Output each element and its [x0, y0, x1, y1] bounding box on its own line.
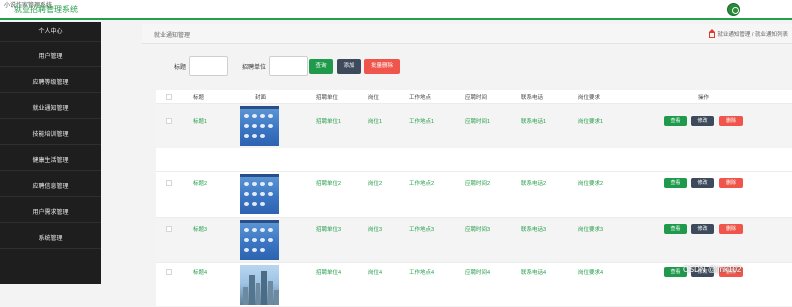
- header-actions: 操作: [698, 95, 710, 101]
- row-company: 招聘单位4: [316, 270, 342, 276]
- home-icon[interactable]: [709, 28, 716, 38]
- sidebar-item-healthy-living[interactable]: 健康生活管理: [0, 151, 101, 171]
- user-avatar-icon[interactable]: [727, 3, 740, 16]
- row-phone: 联系电话2: [521, 181, 547, 187]
- row-checkbox[interactable]: [166, 180, 172, 186]
- header-time[interactable]: 应聘时间: [465, 93, 487, 101]
- sidebar-item-user-needs[interactable]: 用户需求管理: [0, 203, 101, 223]
- header-position[interactable]: 岗位: [368, 93, 379, 101]
- cover-image: [240, 265, 279, 305]
- table-header: 标题 封面 招聘单位 岗位 工作地点 应聘时间 联系电话 岗位要求 操作: [156, 90, 792, 103]
- select-all-checkbox[interactable]: [166, 94, 172, 100]
- view-button[interactable]: 查看: [664, 116, 687, 126]
- row-position: 岗位3: [368, 227, 383, 233]
- header-requirement[interactable]: 岗位要求: [578, 93, 600, 101]
- sidebar: 个人中心 用户管理 应聘等级管理 就业通知管理 技能培训管理 健康生活管理 应聘…: [0, 22, 101, 284]
- row-title: 标题1: [193, 119, 208, 125]
- breadcrumb-trail-text[interactable]: 就业通知管理 / 就业通知列表: [717, 32, 788, 38]
- cover-image: [240, 220, 279, 260]
- row-location: 工作地点4: [409, 270, 435, 276]
- table-row: 标题3 招聘单位3 岗位3 工作地点3 应聘时间3 联系电话3 岗位要求3 查看…: [156, 217, 792, 262]
- sidebar-item-skill-training[interactable]: 技能培训管理: [0, 125, 101, 145]
- row-position: 岗位1: [368, 119, 383, 125]
- row-requirement: 岗位要求3: [578, 227, 604, 233]
- top-bar: 小说作家管理系统 就业招聘管理系统: [0, 0, 792, 20]
- row-title: 标题2: [193, 181, 208, 187]
- sidebar-item-application-info[interactable]: 应聘信息管理: [0, 177, 101, 197]
- edit-button[interactable]: 修改: [691, 224, 714, 234]
- edit-button[interactable]: 修改: [691, 116, 714, 126]
- row-time: 应聘时间4: [465, 270, 491, 276]
- main-content: 就业通知管理 就业通知管理 / 就业通知列表 标题 招聘单位 查询 添加 批量删…: [142, 22, 792, 306]
- row-checkbox[interactable]: [166, 226, 172, 232]
- row-phone: 联系电话3: [521, 227, 547, 233]
- header-location[interactable]: 工作地点: [409, 93, 431, 101]
- table-row: 标题1 招聘单位1 岗位1 工作地点1 应聘时间1 联系电话1 岗位要求1 查看…: [156, 103, 792, 148]
- row-position: 岗位4: [368, 270, 383, 276]
- sidebar-item-system[interactable]: 系统管理: [0, 229, 101, 249]
- batch-delete-button[interactable]: 批量删除: [364, 59, 400, 74]
- row-requirement: 岗位要求2: [578, 181, 604, 187]
- row-time: 应聘时间2: [465, 181, 491, 187]
- header-cover: 封面: [255, 95, 267, 101]
- sidebar-item-profile[interactable]: 个人中心: [0, 22, 101, 42]
- breadcrumb-trail: 就业通知管理 / 就业通知列表: [709, 28, 788, 38]
- query-button[interactable]: 查询: [309, 59, 333, 74]
- csdn-watermark: CSDN @jink102: [683, 265, 742, 274]
- delete-button[interactable]: 删除: [719, 178, 743, 188]
- breadcrumb: 就业通知管理 就业通知管理 / 就业通知列表: [142, 24, 792, 44]
- row-position: 岗位2: [368, 181, 383, 187]
- add-button[interactable]: 添加: [337, 59, 361, 74]
- row-time: 应聘时间3: [465, 227, 491, 233]
- title-filter-input[interactable]: [189, 56, 228, 76]
- view-button[interactable]: 查看: [664, 224, 687, 234]
- row-location: 工作地点2: [409, 181, 435, 187]
- company-filter-label: 招聘单位: [242, 65, 267, 71]
- row-time: 应聘时间1: [465, 119, 491, 125]
- search-bar: 标题 招聘单位 查询 添加 批量删除: [142, 56, 792, 76]
- cover-image: [240, 106, 279, 146]
- delete-button[interactable]: 删除: [719, 116, 743, 126]
- header-company[interactable]: 招聘单位: [316, 93, 338, 101]
- table-row: 标题2 招聘单位2 岗位2 工作地点2 应聘时间2 联系电话2 岗位要求2 查看…: [156, 171, 792, 216]
- row-phone: 联系电话1: [521, 119, 547, 125]
- row-company: 招聘单位1: [316, 119, 342, 125]
- row-location: 工作地点3: [409, 227, 435, 233]
- row-title: 标题4: [193, 270, 208, 276]
- row-phone: 联系电话4: [521, 270, 547, 276]
- sidebar-item-job-notices[interactable]: 就业通知管理: [0, 99, 101, 119]
- row-company: 招聘单位2: [316, 181, 342, 187]
- header-title[interactable]: 标题: [193, 93, 204, 101]
- company-filter-input[interactable]: [269, 56, 308, 76]
- row-checkbox[interactable]: [166, 269, 172, 275]
- row-requirement: 岗位要求4: [578, 270, 604, 276]
- sidebar-item-application-levels[interactable]: 应聘等级管理: [0, 73, 101, 93]
- edit-button[interactable]: 修改: [691, 178, 714, 188]
- page-title: 就业通知管理: [154, 33, 191, 39]
- title-filter-label: 标题: [174, 65, 187, 71]
- row-company: 招聘单位3: [316, 227, 342, 233]
- row-location: 工作地点1: [409, 119, 435, 125]
- row-title: 标题3: [193, 227, 208, 233]
- delete-button[interactable]: 删除: [719, 224, 743, 234]
- row-requirement: 岗位要求1: [578, 119, 604, 125]
- app-brand: 就业招聘管理系统: [14, 5, 78, 14]
- row-checkbox[interactable]: [166, 118, 172, 124]
- sidebar-item-users[interactable]: 用户管理: [0, 47, 101, 67]
- cover-image: [240, 174, 279, 214]
- view-button[interactable]: 查看: [664, 178, 687, 188]
- header-phone[interactable]: 联系电话: [521, 93, 543, 101]
